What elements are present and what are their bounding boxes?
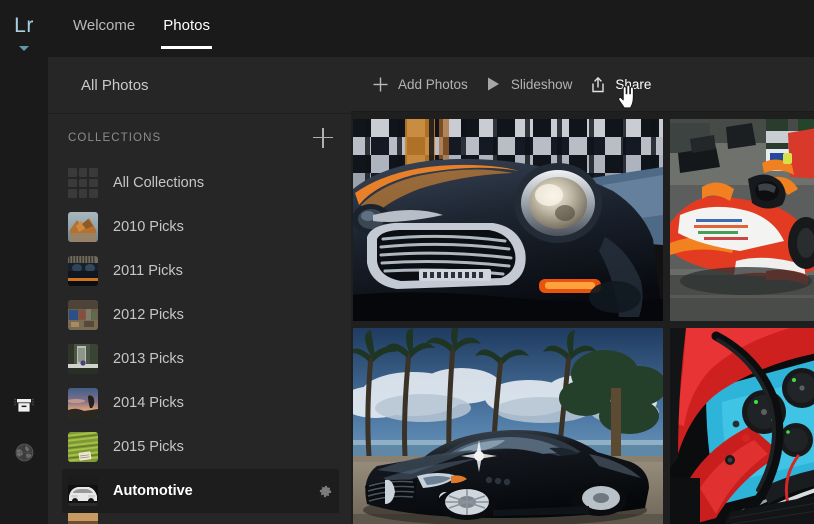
add-collection-button[interactable] — [313, 127, 333, 148]
tab-welcome[interactable]: Welcome — [59, 0, 149, 57]
sidebar-item-partial[interactable] — [62, 513, 339, 524]
list-item-label: 2015 Picks — [113, 439, 184, 455]
list-item-label: Automotive — [113, 483, 193, 499]
sidebar-item-2011-picks[interactable]: 2011 Picks — [62, 249, 339, 293]
collections-section-header: COLLECTIONS — [48, 114, 351, 161]
photo-maserati-palms[interactable] — [353, 328, 663, 524]
share-button[interactable]: Share — [585, 76, 664, 93]
all-photos-label: All Photos — [81, 76, 149, 94]
globe-icon — [14, 442, 35, 468]
photo-classic-car-grille[interactable] — [353, 119, 663, 321]
photo-toolbar: Add Photos Slideshow Share — [351, 57, 814, 112]
photo-content-area: Add Photos Slideshow Share — [351, 57, 814, 524]
collections-sidebar: All Photos COLLECTIONS All Collections 2… — [48, 57, 351, 524]
sidebar-header[interactable]: All Photos — [48, 57, 351, 114]
gear-icon[interactable] — [318, 484, 333, 499]
collection-thumbnail — [68, 344, 98, 374]
sidebar-item-2012-picks[interactable]: 2012 Picks — [62, 293, 339, 337]
lightroom-logo-icon: Lr — [14, 14, 34, 37]
list-item-label: 2011 Picks — [113, 263, 183, 279]
tab-welcome-label: Welcome — [73, 17, 136, 34]
top-navigation-bar: Lr Welcome Photos — [0, 0, 814, 57]
left-icon-rail — [0, 57, 48, 524]
lightroom-window: Lr Welcome Photos All Photos COLLECTIONS… — [0, 0, 814, 524]
share-upload-icon — [589, 76, 606, 93]
photo-grid-row — [353, 328, 814, 524]
sidebar-item-2014-picks[interactable]: 2014 Picks — [62, 381, 339, 425]
grid-icon — [68, 168, 98, 198]
chevron-down-icon[interactable] — [19, 46, 29, 51]
tab-photos-label: Photos — [163, 17, 210, 34]
photo-red-blue-interior[interactable] — [670, 328, 814, 524]
archive-box-icon — [13, 396, 35, 421]
share-label: Share — [615, 76, 652, 92]
sidebar-item-2010-picks[interactable]: 2010 Picks — [62, 205, 339, 249]
list-item-label: 2012 Picks — [113, 307, 184, 323]
slideshow-label: Slideshow — [510, 76, 573, 92]
slideshow-button[interactable]: Slideshow — [481, 76, 586, 93]
plus-icon — [372, 76, 389, 93]
collection-thumbnail — [68, 513, 98, 524]
list-item-label: All Collections — [113, 175, 205, 191]
collections-list: All Collections 2010 Picks 2011 Picks 20… — [48, 161, 351, 524]
sidebar-item-all-collections[interactable]: All Collections — [62, 161, 339, 205]
add-photos-label: Add Photos — [398, 76, 468, 92]
collection-thumbnail — [68, 256, 98, 286]
rail-item-archive[interactable] — [0, 390, 48, 426]
sidebar-item-automotive[interactable]: Automotive — [62, 469, 339, 513]
list-item-label: 2013 Picks — [113, 351, 184, 367]
collection-thumbnail — [68, 300, 98, 330]
sidebar-item-2015-picks[interactable]: 2015 Picks — [62, 425, 339, 469]
collection-thumbnail — [68, 432, 98, 462]
photo-grid: 17 — [351, 112, 814, 524]
collections-title: COLLECTIONS — [68, 131, 162, 144]
tab-photos[interactable]: Photos — [149, 0, 224, 57]
collection-thumbnail — [68, 388, 98, 418]
sidebar-item-2013-picks[interactable]: 2013 Picks — [62, 337, 339, 381]
play-icon — [485, 76, 502, 93]
collection-thumbnail — [68, 476, 98, 506]
tab-bar: Welcome Photos — [59, 0, 224, 57]
photo-indy-race-car[interactable]: 17 — [670, 119, 814, 321]
app-logo[interactable]: Lr — [0, 0, 48, 57]
photo-grid-row: 17 — [353, 119, 814, 321]
list-item-label: 2010 Picks — [113, 219, 184, 235]
list-item-label: 2014 Picks — [113, 395, 184, 411]
add-photos-button[interactable]: Add Photos — [368, 76, 481, 93]
rail-item-globe[interactable] — [0, 437, 48, 473]
collection-thumbnail — [68, 212, 98, 242]
